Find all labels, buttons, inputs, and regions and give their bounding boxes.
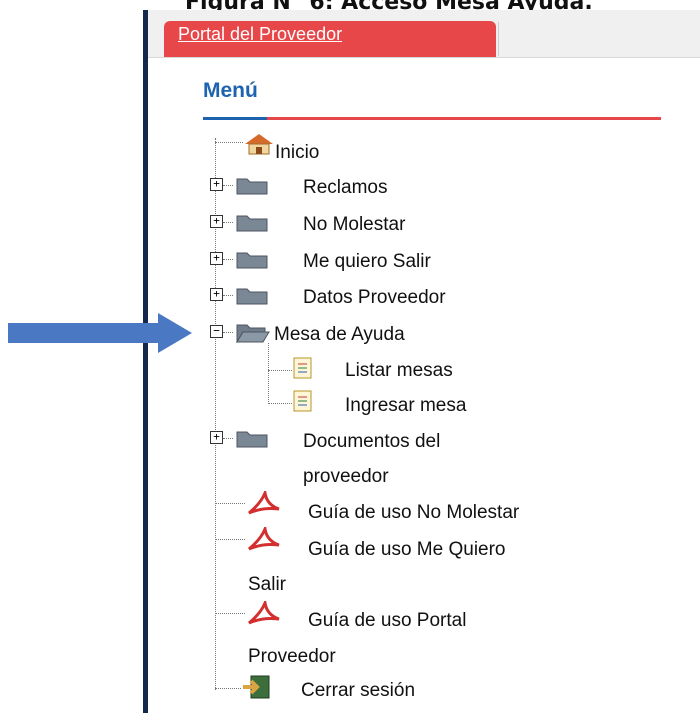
tab-portal-del-proveedor[interactable]: Portal del Proveedor [164,21,496,57]
logout-icon [243,675,270,699]
tree-connector [215,688,241,689]
expand-plus-icon[interactable]: + [210,215,223,228]
tree-connector [215,613,245,614]
tree-connector [223,222,233,223]
pdf-icon [248,491,280,515]
menu-title-underline [203,117,661,120]
menu-item-label-continuation: proveedor [303,466,389,488]
pointer-arrow-icon [8,313,192,353]
tree-connector [215,142,243,143]
tab-separator [498,22,499,56]
menu-item-label: Ingresar mesa [345,395,467,416]
menu-item-cerrar-sesion[interactable]: Cerrar sesión [301,680,415,702]
document-icon [293,357,312,379]
menu-item-reclamos[interactable]: Reclamos [303,177,387,199]
menu-item-label: Documentos del [303,431,441,452]
menu-item-datos-proveedor[interactable]: Datos Proveedor [303,287,446,309]
menu-item-label: Inicio [275,142,320,163]
menu-item-ingresar-mesa[interactable]: Ingresar mesa [345,395,466,417]
menu-item-guia-me-quiero-salir[interactable]: Guía de uso Me Quiero [308,539,506,561]
menu-item-mesa-de-ayuda[interactable]: Mesa de Ayuda [274,324,405,346]
menu-item-listar-mesas[interactable]: Listar mesas [345,360,453,382]
menu-title: Menú [203,79,258,102]
menu-item-guia-portal-proveedor[interactable]: Guía de uso Portal [308,610,466,632]
menu-item-label: Listar mesas [345,360,453,381]
menu-item-label: No Molestar [303,214,406,235]
menu-item-label: Proveedor [248,646,336,667]
folder-open-icon [236,324,270,343]
menu-item-label: proveedor [303,466,389,487]
menu-item-label: Guía de uso Me Quiero [308,539,506,560]
expand-plus-icon[interactable]: + [210,431,223,444]
menu-item-label: Guía de uso Portal [308,610,467,631]
tree-connector [268,370,292,371]
portal-frame: Portal del Proveedor Menú Inicio + Recla… [143,10,700,713]
tree-line [268,343,269,404]
tree-connector [268,403,292,404]
folder-icon [236,431,268,448]
folder-icon [236,252,268,269]
menu-item-label: Salir [248,574,287,595]
menu-item-label: Me quiero Salir [303,251,431,272]
tree-connector [223,295,233,296]
menu-item-inicio[interactable]: Inicio [275,142,319,164]
tree-connector [215,503,245,504]
folder-icon [236,288,268,305]
tree-connector [215,539,245,540]
expand-plus-icon[interactable]: + [210,288,223,301]
tree-connector [223,438,233,439]
document-icon [293,390,312,412]
menu-item-guia-no-molestar[interactable]: Guía de uso No Molestar [308,502,519,524]
menu-item-label: Datos Proveedor [303,287,446,308]
menu-item-documentos-del-proveedor[interactable]: Documentos del [303,431,440,453]
menu-item-label: Cerrar sesión [301,680,416,701]
menu-item-label-continuation: Salir [248,574,286,596]
folder-icon [236,215,268,232]
menu-item-label: Guía de uso No Molestar [308,502,520,523]
folder-icon [236,178,268,195]
home-icon [245,134,273,155]
menu-item-label-continuation: Proveedor [248,646,336,668]
menu-item-label: Mesa de Ayuda [274,324,405,345]
tree-connector [223,332,233,333]
pdf-icon [248,527,280,551]
tree-connector [223,259,233,260]
menu-item-no-molestar[interactable]: No Molestar [303,214,405,236]
tab-label: Portal del Proveedor [178,24,343,44]
tree-connector [223,185,233,186]
menu-item-me-quiero-salir[interactable]: Me quiero Salir [303,251,431,273]
tab-bar: Portal del Proveedor [148,10,700,58]
expand-plus-icon[interactable]: + [210,178,223,191]
pdf-icon [248,601,280,625]
menu-item-label: Reclamos [303,177,388,198]
collapse-minus-icon[interactable]: − [210,325,223,338]
expand-plus-icon[interactable]: + [210,252,223,265]
